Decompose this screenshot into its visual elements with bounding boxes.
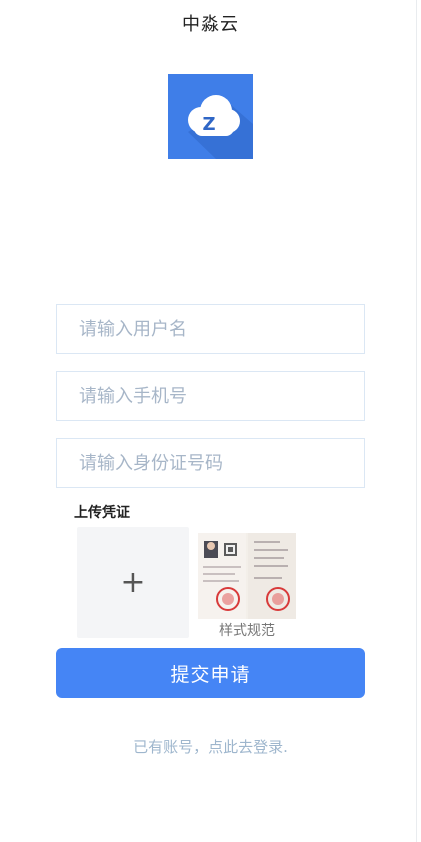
logo-letter: Z xyxy=(202,114,215,135)
app-logo: Z xyxy=(168,74,253,159)
phone-field[interactable] xyxy=(56,371,365,421)
page-title: 中淼云 xyxy=(182,14,239,35)
edge-divider xyxy=(416,0,417,842)
register-page: 中淼云 Z 上传凭证 + xyxy=(0,0,421,842)
sample-credential-image[interactable] xyxy=(198,533,296,619)
idcard-field[interactable] xyxy=(56,438,365,488)
plus-icon: + xyxy=(120,565,146,600)
sample-caption: 样式规范 xyxy=(219,623,275,639)
phone-input[interactable] xyxy=(79,385,364,407)
submit-button[interactable]: 提交申请 xyxy=(56,648,365,698)
idcard-input[interactable] xyxy=(79,452,364,474)
cloud-icon: Z xyxy=(188,95,253,159)
upload-button[interactable]: + xyxy=(77,527,189,638)
username-input[interactable] xyxy=(79,318,364,340)
login-link[interactable]: 已有账号，点此去登录. xyxy=(0,736,421,757)
username-field[interactable] xyxy=(56,304,365,354)
upload-label: 上传凭证 xyxy=(74,505,130,521)
